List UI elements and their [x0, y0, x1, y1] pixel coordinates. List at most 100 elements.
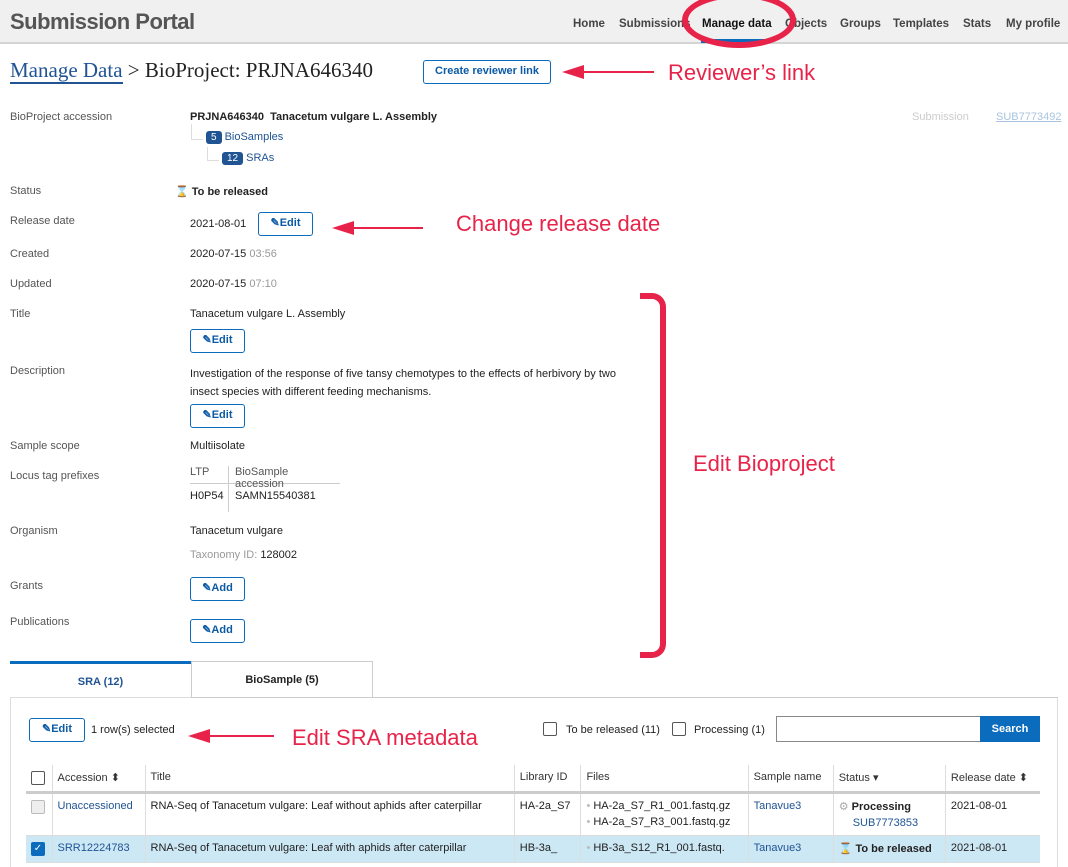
table-row[interactable]: ✓ SRR12224783 RNA-Seq of Tanacetum vulga…	[26, 835, 1040, 863]
search-input[interactable]	[776, 716, 981, 742]
status-value: ⌛ To be released	[175, 185, 268, 198]
col-accession[interactable]: Accession ⬍	[52, 765, 146, 794]
arrow-line	[580, 71, 654, 73]
sras-label[interactable]: SRAs	[246, 152, 274, 164]
title-cell: RNA-Seq of Tanacetum vulgare: Leaf witho…	[145, 792, 515, 836]
sras-link[interactable]: 12 SRAs	[222, 152, 274, 165]
row-checkbox[interactable]	[31, 800, 45, 814]
edit-label: Edit	[211, 409, 233, 421]
label-organism: Organism	[10, 525, 58, 537]
accession: PRJNA646340	[190, 111, 264, 123]
status-cell: ⚙ Processing SUB7773853	[833, 792, 946, 836]
tree-line	[207, 147, 219, 161]
label-release-date: Release date	[10, 215, 75, 227]
label-created: Created	[10, 248, 50, 260]
created-value: 2020-07-15 03:56	[190, 248, 277, 260]
breadcrumb-manage-data[interactable]: Manage Data	[10, 58, 123, 84]
edit-label: Edit	[279, 217, 301, 229]
edit-title-button[interactable]: ✎Edit	[190, 329, 245, 353]
filter-to-be-released-checkbox[interactable]	[543, 722, 557, 736]
add-grant-button[interactable]: ✎Add	[190, 577, 245, 601]
row-checkbox-checked[interactable]: ✓	[31, 842, 45, 856]
edit-label: Edit	[211, 334, 233, 346]
organism-value: Tanacetum vulgare	[190, 525, 283, 537]
release-cell: 2021-08-01	[945, 792, 1040, 836]
biosamples-link[interactable]: 5 BioSamples	[206, 131, 283, 144]
label-status: Status	[10, 185, 42, 197]
tab-sra[interactable]: SRA (12)	[10, 661, 191, 698]
edit-description-button[interactable]: ✎Edit	[190, 404, 245, 428]
locus-tag-table: LTP BioSample accession H0P54 SAMN15540381	[190, 466, 340, 512]
brand-logo[interactable]: Submission Portal	[10, 9, 195, 35]
sort-icon: ⬍	[1018, 772, 1029, 784]
label-title: Title	[10, 308, 31, 320]
breadcrumb: Manage Data > BioProject: PRJNA646340	[10, 58, 373, 84]
taxonomy: Taxonomy ID: 128002	[190, 549, 297, 561]
title-value: Tanacetum vulgare L. Assembly	[190, 308, 346, 320]
sample-cell[interactable]: Tanavue3	[748, 835, 834, 863]
col-release-date[interactable]: Release date ⬍	[945, 765, 1040, 794]
tab-divider	[191, 697, 1058, 698]
pencil-icon: ✎	[270, 217, 280, 229]
col-files: Files	[580, 765, 749, 794]
arrow-line	[206, 735, 274, 737]
edit-release-date-button[interactable]: ✎Edit	[258, 212, 313, 236]
selected-count: 1 row(s) selected	[91, 724, 175, 736]
filter-processing-label[interactable]: Processing (1)	[694, 724, 765, 736]
col-library-id: Library ID	[514, 765, 582, 794]
sort-icon: ⬍	[110, 772, 120, 784]
accession-title: Tanacetum vulgare L. Assembly	[270, 111, 438, 123]
pencil-icon: ✎	[202, 334, 212, 346]
col-label: Status	[838, 772, 870, 784]
locus-header-biosample: BioSample accession	[228, 466, 340, 490]
biosamples-count: 5	[206, 131, 222, 144]
select-all-checkbox[interactable]	[31, 771, 45, 785]
add-publication-button[interactable]: ✎Add	[190, 619, 245, 643]
accession-cell[interactable]: Unaccessioned	[52, 792, 146, 836]
hourglass-icon: ⌛	[175, 186, 189, 198]
create-reviewer-link-button[interactable]: Create reviewer link	[423, 60, 551, 84]
nav-submissions[interactable]: Submissions	[619, 18, 691, 30]
nav-templates[interactable]: Templates	[893, 18, 949, 30]
annotation-release: Change release date	[456, 211, 661, 236]
updated-value: 2020-07-15 07:10	[190, 278, 277, 290]
col-label: Accession	[57, 772, 108, 784]
files-cell: HB-3a_S12_R1_001.fastq.	[580, 835, 749, 863]
filter-processing-checkbox[interactable]	[672, 722, 686, 736]
nav-stats[interactable]: Stats	[963, 18, 991, 30]
col-status[interactable]: Status ▾	[833, 765, 946, 794]
locus-header-ltp: LTP	[190, 466, 210, 478]
submission-link[interactable]: SUB7773492	[996, 111, 1061, 123]
release-date-value: 2021-08-01	[190, 218, 247, 230]
filter-to-be-released-label[interactable]: To be released (11)	[566, 724, 660, 736]
created-date: 2020-07-15	[190, 248, 247, 260]
nav-home[interactable]: Home	[573, 18, 605, 30]
files-cell: HA-2a_S7_R1_001.fastq.gz HA-2a_S7_R3_001.…	[580, 792, 749, 836]
nav-groups[interactable]: Groups	[840, 18, 881, 30]
status-text: To be released	[855, 843, 932, 855]
add-label: Add	[211, 582, 233, 594]
description-value: Investigation of the response of five ta…	[190, 368, 616, 398]
submission-link[interactable]: SUB7773853	[839, 817, 940, 829]
tab-biosample[interactable]: BioSample (5)	[191, 661, 373, 698]
arrow-line	[350, 227, 423, 229]
nav-my-profile[interactable]: My profile	[1006, 18, 1060, 30]
label-accession: BioProject accession	[10, 111, 113, 123]
locus-biosample: SAMN15540381	[228, 484, 316, 512]
edit-label: Edit	[51, 723, 72, 735]
sample-cell[interactable]: Tanavue3	[748, 792, 834, 836]
submission-label: Submission	[912, 111, 969, 123]
label-locus-tag: Locus tag prefixes	[10, 470, 100, 482]
edit-sra-button[interactable]: ✎Edit	[29, 718, 85, 742]
breadcrumb-separator: >	[127, 58, 140, 82]
label-updated: Updated	[10, 278, 52, 290]
annotation-bracket	[640, 293, 666, 658]
table-row[interactable]: Unaccessioned RNA-Seq of Tanacetum vulga…	[26, 792, 1040, 836]
label-sample-scope: Sample scope	[10, 440, 80, 452]
updated-date: 2020-07-15	[190, 278, 247, 290]
label-publications: Publications	[10, 616, 70, 628]
library-cell: HA-2a_S7	[514, 792, 582, 836]
search-button[interactable]: Search	[980, 716, 1040, 742]
biosamples-label[interactable]: BioSamples	[225, 131, 284, 143]
accession-cell[interactable]: SRR12224783	[52, 835, 146, 863]
